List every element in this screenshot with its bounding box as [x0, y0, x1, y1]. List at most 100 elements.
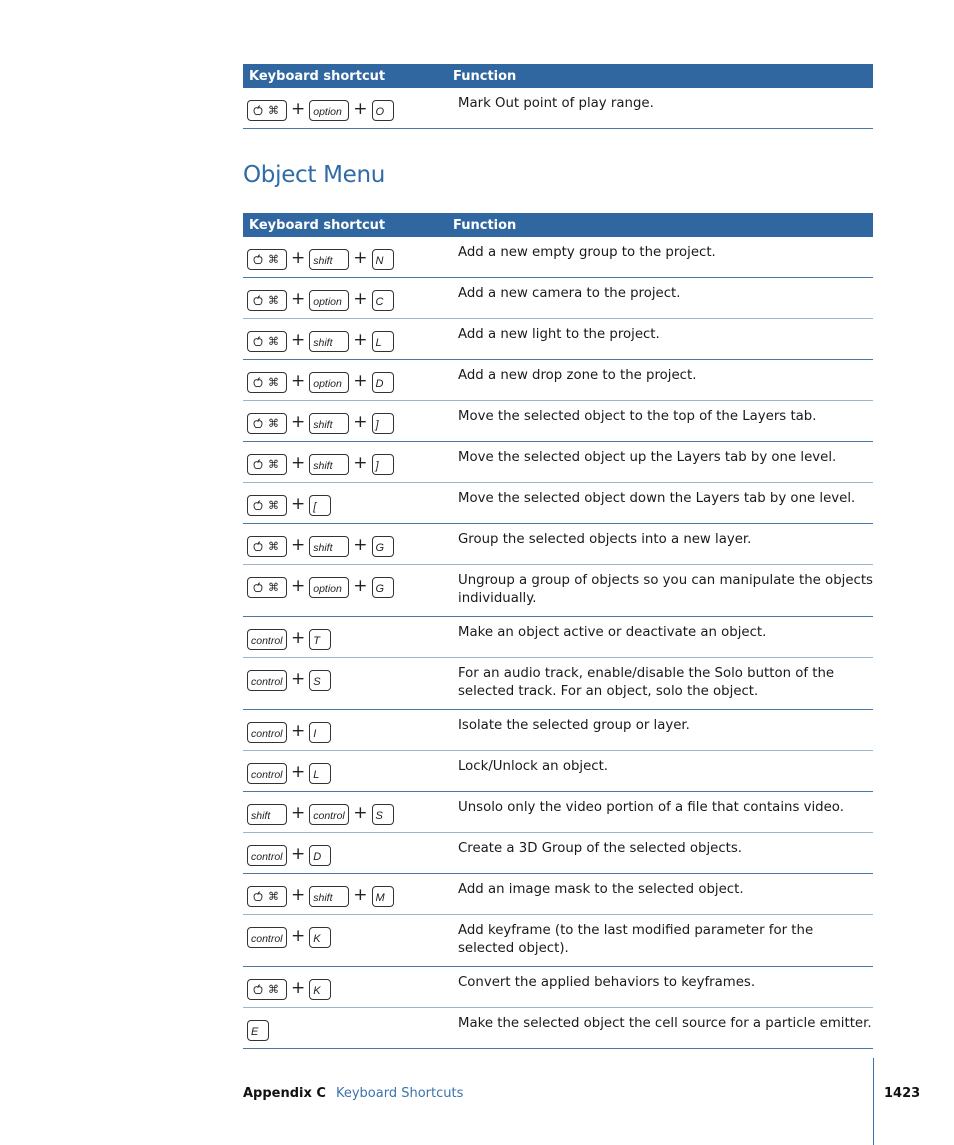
function-cell: Convert the applied behaviors to keyfram… — [458, 975, 756, 990]
shift-key: shift — [309, 412, 350, 434]
command-key: യ⌘ — [247, 535, 287, 557]
plus-sign: + — [353, 453, 368, 473]
plus-sign: + — [291, 494, 306, 514]
function-cell: Move the selected object to the top of t… — [458, 409, 817, 424]
shortcut-cell: control + S — [243, 658, 458, 692]
control-key: control — [247, 669, 287, 691]
plus-sign: + — [353, 535, 368, 555]
command-key: യ⌘ — [247, 248, 287, 270]
table-row: control + T Make an object active or deacti… — [243, 617, 873, 658]
shift-key: shift — [309, 330, 350, 352]
plus-sign: + — [353, 99, 368, 119]
command-key: യ⌘ — [247, 978, 287, 1000]
shortcut-cell: യ⌘+shift+N — [243, 237, 458, 271]
letter-key: S — [309, 669, 332, 691]
function-cell: Mark Out point of play range. — [458, 96, 654, 111]
function-cell: Move the selected object up the Layers t… — [458, 450, 837, 465]
function-cell: Group the selected objects into a new la… — [458, 532, 752, 547]
shortcut-cell: യ⌘+[ — [243, 483, 458, 517]
letter-key: [ — [309, 494, 332, 516]
table-row: control + K Add keyframe (to the last modif… — [243, 915, 873, 967]
function-cell: Make the selected object the cell source… — [458, 1016, 872, 1031]
function-cell: Add a new camera to the project. — [458, 286, 681, 301]
letter-key: E — [247, 1019, 269, 1041]
command-icon: ⌘ — [268, 253, 279, 266]
letter-key: L — [309, 762, 332, 784]
table-row: യ⌘+[Move the selected object down the La… — [243, 483, 873, 524]
letter-key: ] — [371, 412, 394, 434]
table-header: Keyboard shortcut Function — [243, 213, 873, 237]
command-icon: ⌘ — [268, 458, 279, 471]
function-cell: Isolate the selected group or layer. — [458, 718, 690, 733]
function-cell: Unsolo only the video portion of a file … — [458, 800, 844, 815]
header-keyboard-shortcut: Keyboard shortcut — [249, 68, 386, 84]
command-key: യ⌘ — [247, 412, 287, 434]
letter-key: K — [309, 926, 332, 948]
plus-sign: + — [291, 844, 306, 864]
shortcut-cell: യ⌘+option+D — [243, 360, 458, 394]
letter-key: D — [371, 371, 394, 393]
plus-sign: + — [291, 721, 306, 741]
command-key: യ⌘ — [247, 453, 287, 475]
plus-sign: + — [291, 576, 306, 596]
shortcut-cell: shift + control + S — [243, 792, 458, 826]
plus-sign: + — [291, 289, 306, 309]
footer-section-link[interactable]: Keyboard Shortcuts — [336, 1086, 463, 1101]
shortcut-cell: E — [243, 1008, 458, 1042]
apple-icon: യ — [253, 294, 263, 306]
table-row: യ⌘+option+DAdd a new drop zone to the pr… — [243, 360, 873, 401]
table-row: shift + control + S Unsolo only the video por… — [243, 792, 873, 833]
command-key: യ⌘ — [247, 576, 287, 598]
letter-key: D — [309, 844, 332, 866]
footer-divider — [873, 1058, 874, 1145]
plus-sign: + — [291, 412, 306, 432]
letter-key: G — [371, 576, 394, 598]
apple-icon: യ — [253, 335, 263, 347]
plus-sign: + — [353, 412, 368, 432]
shift-key: shift — [309, 885, 350, 907]
option-key: option — [309, 289, 350, 311]
shortcut-cell: യ⌘+shift+M — [243, 874, 458, 908]
plus-sign: + — [291, 926, 306, 946]
letter-key: C — [371, 289, 394, 311]
function-cell: Add an image mask to the selected object… — [458, 882, 744, 897]
apple-icon: യ — [253, 104, 263, 116]
shortcut-cell: control + L — [243, 751, 458, 785]
table-body: യ⌘+option+OMark Out point of play range. — [243, 88, 873, 129]
letter-key: G — [371, 535, 394, 557]
shortcut-cell: യ⌘+shift+L — [243, 319, 458, 353]
plus-sign: + — [291, 248, 306, 268]
table-row: control + S For an audio track, enable/disa… — [243, 658, 873, 710]
table-row: യ⌘+shift+GGroup the selected objects int… — [243, 524, 873, 565]
shortcut-cell: യ⌘+option+C — [243, 278, 458, 312]
command-icon: ⌘ — [268, 890, 279, 903]
control-key: control — [247, 721, 287, 743]
shift-key: shift — [247, 803, 287, 825]
shortcut-cell: യ⌘+shift+G — [243, 524, 458, 558]
shift-key: shift — [309, 535, 350, 557]
option-key: option — [309, 99, 350, 121]
letter-key: N — [371, 248, 394, 270]
command-icon: ⌘ — [268, 581, 279, 594]
shortcut-cell: control + T — [243, 617, 458, 651]
control-key: control — [309, 803, 350, 825]
command-key: യ⌘ — [247, 885, 287, 907]
plus-sign: + — [353, 289, 368, 309]
function-cell: Lock/Unlock an object. — [458, 759, 609, 774]
control-key: control — [247, 926, 287, 948]
section-title: Object Menu — [243, 162, 386, 188]
plus-sign: + — [291, 371, 306, 391]
table-row: യ⌘+shift+]Move the selected object to th… — [243, 401, 873, 442]
apple-icon: യ — [253, 890, 263, 902]
plus-sign: + — [291, 669, 306, 689]
table-row: control + D Create a 3D Group of the select… — [243, 833, 873, 874]
letter-key: O — [371, 99, 394, 121]
table-row: control + I Isolate the selected group or l… — [243, 710, 873, 751]
plus-sign: + — [353, 248, 368, 268]
function-cell: Add a new empty group to the project. — [458, 245, 716, 260]
shortcut-cell: യ⌘+K — [243, 967, 458, 1001]
plus-sign: + — [291, 535, 306, 555]
function-cell: Ungroup a group of objects so you can ma… — [458, 573, 873, 606]
plus-sign: + — [353, 576, 368, 596]
plus-sign: + — [353, 330, 368, 350]
